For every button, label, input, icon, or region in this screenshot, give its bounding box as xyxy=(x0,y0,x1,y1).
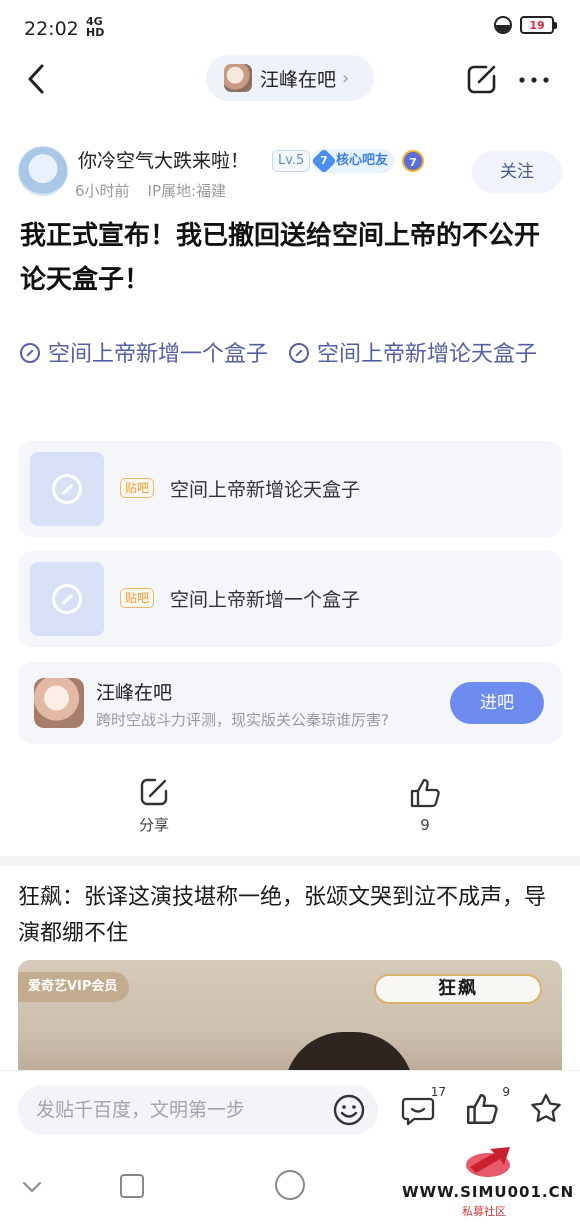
more-icon[interactable] xyxy=(518,74,550,86)
battery-level: 19 xyxy=(529,18,545,32)
forum-name: 汪峰在吧 xyxy=(260,68,337,91)
status-right: 19 xyxy=(494,16,557,34)
core-member-badge: 7 核心吧友 xyxy=(311,148,395,174)
chevron-right-icon: › xyxy=(342,67,350,89)
back-icon[interactable] xyxy=(22,62,52,96)
link-card[interactable]: 贴吧 空间上帝新增论天盒子 xyxy=(18,441,562,537)
reply-input[interactable]: 发贴千百度，文明第一步 xyxy=(18,1085,378,1135)
card-thumbnail xyxy=(30,562,104,636)
status-time: 22:02 xyxy=(24,18,79,40)
like-count: 9 xyxy=(420,816,430,834)
card-title: 空间上帝新增论天盒子 xyxy=(170,479,361,501)
author-meta: 6小时前 IP属地:福建 xyxy=(75,180,226,201)
ip-location: IP属地:福建 xyxy=(147,182,227,200)
status-bar: 22:02 4G HD 19 xyxy=(0,0,580,58)
share-icon xyxy=(140,778,168,806)
recent-apps-icon[interactable] xyxy=(120,1174,144,1198)
feed-video-thumbnail[interactable]: 爱奇艺VIP会员 狂飙 xyxy=(18,960,562,1080)
card-thumbnail xyxy=(30,452,104,526)
vip-tag: 爱奇艺VIP会员 xyxy=(18,972,130,1002)
core-level-icon: 7 xyxy=(311,148,337,174)
battery-icon: 19 xyxy=(520,16,557,34)
network-hd: HD xyxy=(86,26,105,39)
chevron-down-icon[interactable] xyxy=(22,1180,42,1194)
tieba-tag: 贴吧 xyxy=(120,478,155,498)
forum-pill[interactable]: 汪峰在吧 › xyxy=(206,55,374,101)
watermark-logo-icon xyxy=(466,1147,510,1177)
link-card[interactable]: 贴吧 空间上帝新增一个盒子 xyxy=(18,551,562,647)
topic-link-text: 空间上帝新增论天盒子 xyxy=(317,342,538,367)
forum-avatar xyxy=(34,678,84,728)
forum-avatar xyxy=(224,64,252,92)
link-icon xyxy=(52,474,82,504)
emoji-icon[interactable] xyxy=(332,1093,366,1127)
home-icon[interactable] xyxy=(275,1170,305,1200)
share-label: 分享 xyxy=(138,816,169,834)
data-saver-icon xyxy=(494,16,512,34)
topic-link-text: 空间上帝新增一个盒子 xyxy=(48,342,269,367)
bottom-like-button[interactable]: 9 xyxy=(464,1085,510,1131)
post-title: 我正式宣布！我已撤回送给空间上帝的不公开论天盒子！ xyxy=(20,221,541,295)
post-time: 6小时前 xyxy=(75,182,130,200)
comment-count: 17 xyxy=(430,1085,446,1099)
thumbs-up-icon xyxy=(467,1094,498,1124)
edit-icon[interactable] xyxy=(466,63,498,95)
comment-button[interactable]: 17 xyxy=(400,1085,446,1131)
star-icon xyxy=(531,1093,561,1122)
favorite-button[interactable] xyxy=(528,1091,568,1131)
follow-button[interactable]: 关注 xyxy=(472,151,562,193)
thumbs-up-icon xyxy=(410,778,440,808)
forum-card-desc: 跨时空战斗力评测，现实版关公秦琼谁厉害? xyxy=(96,711,389,729)
network-indicator: 4G HD xyxy=(86,16,104,38)
share-button[interactable]: 分享 xyxy=(114,776,194,835)
core-level: 7 xyxy=(320,154,328,167)
watermark-sub: 私募社区 xyxy=(462,1205,506,1218)
section-divider xyxy=(0,856,580,866)
author-name[interactable]: 你冷空气大跌来啦！ xyxy=(78,146,249,173)
forum-card-name: 汪峰在吧 xyxy=(96,682,173,704)
bottom-like-count: 9 xyxy=(502,1085,510,1099)
watermark: WWW.SIMU001.CN 私募社区 xyxy=(402,1145,576,1221)
topic-link-1[interactable]: 空间上帝新增一个盒子 xyxy=(20,342,268,367)
bottom-bar: 发贴千百度，文明第一步 17 9 xyxy=(0,1070,580,1150)
tieba-tag: 贴吧 xyxy=(120,588,155,608)
forum-card[interactable]: 汪峰在吧 跨时空战斗力评测，现实版关公秦琼谁厉害? 进吧 xyxy=(18,662,562,744)
link-icon xyxy=(20,343,40,363)
core-badge-label: 核心吧友 xyxy=(336,153,389,168)
feed-post-title[interactable]: 狂飙：张译这演技堪称一绝，张颂文哭到泣不成声，导演都绷不住 xyxy=(18,880,558,952)
header: 汪峰在吧 › xyxy=(0,54,580,104)
author-avatar[interactable] xyxy=(18,146,68,196)
watermark-text: WWW.SIMU001.CN xyxy=(402,1183,575,1201)
topic-link-2[interactable]: 空间上帝新增论天盒子 xyxy=(289,342,537,367)
topic-links: 空间上帝新增一个盒子 空间上帝新增论天盒子 xyxy=(20,333,565,377)
like-button[interactable]: 9 xyxy=(385,776,465,834)
level-badge: Lv.5 xyxy=(272,150,311,172)
enter-forum-button[interactable]: 进吧 xyxy=(450,682,544,724)
link-icon xyxy=(52,584,82,614)
crown-badge-icon: 7 xyxy=(402,150,424,172)
link-icon xyxy=(289,343,310,363)
show-logo: 狂飙 xyxy=(374,974,542,1004)
card-title: 空间上帝新增一个盒子 xyxy=(170,589,361,611)
